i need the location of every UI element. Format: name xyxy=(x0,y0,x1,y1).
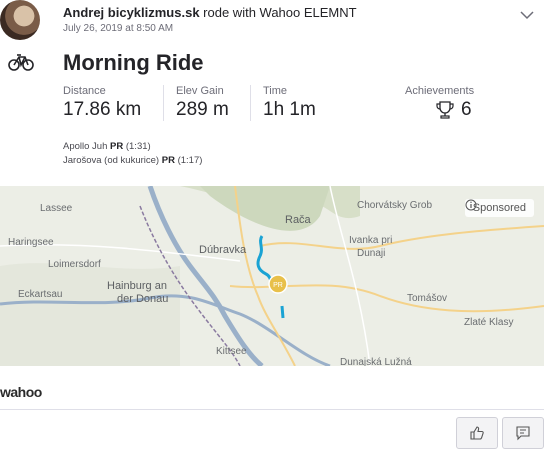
map-place-label: Dunajská Lužná xyxy=(340,357,412,366)
segment-name: Jarošova (od kukurice) xyxy=(63,155,160,166)
map-place-label: Ivanka pri xyxy=(349,235,393,246)
achievements-count: 6 xyxy=(461,99,472,120)
map-place-label: Tomášov xyxy=(407,293,448,304)
pr-marker-label: PR xyxy=(273,282,283,289)
stat-time-value: 1h 1m xyxy=(263,99,316,120)
stat-elev-gain-value: 289 m xyxy=(176,99,229,120)
stat-distance: Distance 17.86 km xyxy=(63,85,141,121)
trophy-icon xyxy=(436,101,454,119)
segment-time: (1:17) xyxy=(177,155,203,166)
info-icon xyxy=(465,199,477,211)
stat-achievements-value-wrap: 6 xyxy=(405,99,474,121)
segment-list: Apollo Juh PR (1:31) Jarošova (od kukuri… xyxy=(63,140,202,168)
map-place-label: Dunaji xyxy=(357,248,386,259)
map-place-label: Chorvátsky Grob xyxy=(357,200,433,211)
stat-elev-gain-label: Elev Gain xyxy=(176,85,224,97)
sponsored-label: Sponsored xyxy=(472,202,526,214)
bicycle-icon xyxy=(8,54,34,71)
map-place-label: Lassee xyxy=(40,203,73,214)
pr-badge: PR xyxy=(110,141,124,152)
map-place-label: Haringsee xyxy=(8,237,54,248)
map-place-label: Eckartsau xyxy=(18,289,63,300)
map-place-label: Zlaté Klasy xyxy=(464,317,514,328)
pr-badge: PR xyxy=(161,155,175,166)
segment-item[interactable]: Apollo Juh PR (1:31) xyxy=(63,140,202,154)
stat-time: Time 1h 1m xyxy=(250,85,316,121)
activity-title[interactable]: Morning Ride xyxy=(63,50,204,76)
stat-distance-label: Distance xyxy=(63,85,106,97)
map-place-label: der Donau xyxy=(117,293,169,305)
wahoo-logo: wahoo xyxy=(0,384,42,400)
device-text: rode with Wahoo ELEMNT xyxy=(199,5,357,20)
timestamp: July 26, 2019 at 8:50 AM xyxy=(63,23,174,34)
route-line xyxy=(280,305,285,319)
avatar[interactable] xyxy=(0,0,40,40)
map-place-label: Hainburg an xyxy=(107,280,167,292)
thumbs-up-icon xyxy=(470,426,484,440)
athlete-line: Andrej bicyklizmus.sk rode with Wahoo EL… xyxy=(63,5,357,20)
kudos-button[interactable] xyxy=(456,417,498,449)
map-background: PR xyxy=(0,186,544,366)
segment-name: Apollo Juh xyxy=(63,141,108,152)
comment-icon xyxy=(516,426,530,441)
segment-time: (1:31) xyxy=(125,141,151,152)
stat-time-label: Time xyxy=(263,85,288,97)
chevron-down-icon[interactable] xyxy=(518,6,536,24)
stat-achievements-label: Achievements xyxy=(405,85,475,97)
map-place-label: Kittsee xyxy=(216,346,247,357)
athlete-name[interactable]: Andrej bicyklizmus.sk xyxy=(63,5,200,20)
route-map[interactable]: PR Lassee Haringsee Loimersdorf Eckartsa… xyxy=(0,186,544,366)
comment-button[interactable] xyxy=(502,417,544,449)
divider xyxy=(0,409,544,410)
sponsored-badge[interactable]: Sponsored xyxy=(464,199,534,217)
map-place-label: Rača xyxy=(285,214,311,226)
stat-distance-value: 17.86 km xyxy=(63,99,142,120)
map-place-label: Loimersdorf xyxy=(48,259,101,270)
stat-elev-gain: Elev Gain 289 m xyxy=(163,85,229,121)
stat-achievements: Achievements 6 xyxy=(405,85,474,121)
map-place-label: Dúbravka xyxy=(199,244,247,256)
segment-item[interactable]: Jarošova (od kukurice) PR (1:17) xyxy=(63,154,202,168)
